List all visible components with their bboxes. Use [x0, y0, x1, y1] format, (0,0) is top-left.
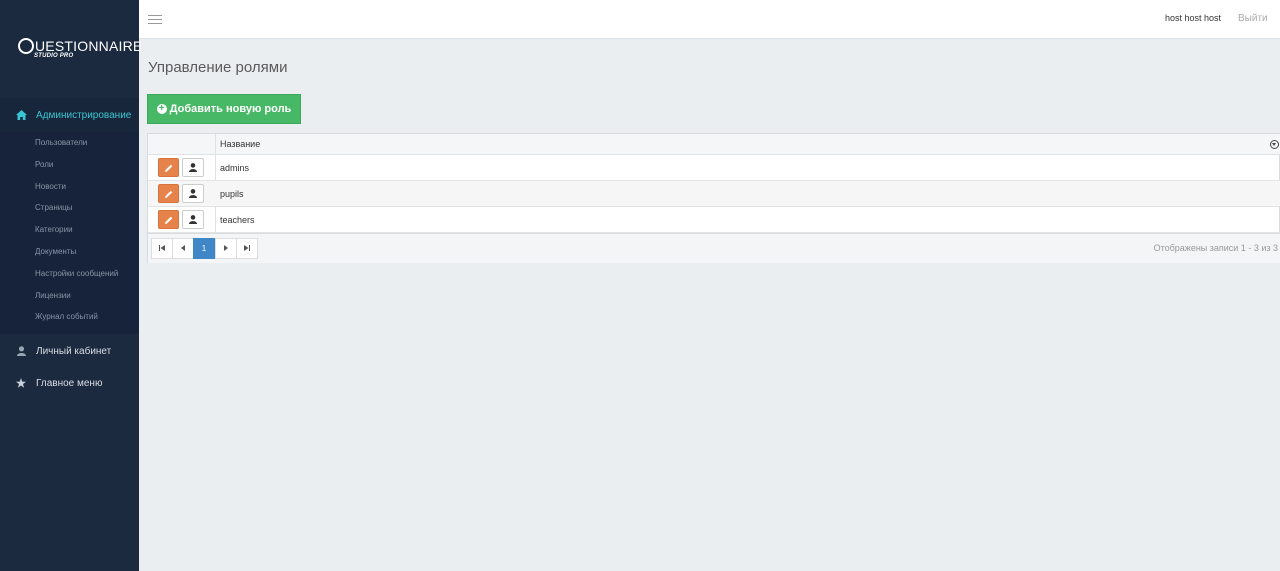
role-users-button[interactable] [182, 184, 204, 203]
submenu-item-users[interactable]: Пользователи [35, 138, 87, 147]
admin-submenu: Пользователи Роли Новости Страницы Катег… [0, 132, 139, 334]
logo-subtitle: STUDIO PRO [34, 53, 74, 59]
user-icon [189, 187, 197, 201]
table-row: admins [148, 155, 1280, 181]
edit-button[interactable] [158, 184, 179, 203]
sidebar-item-label: Главное меню [36, 377, 103, 389]
star-icon [15, 377, 27, 389]
role-users-button[interactable] [182, 210, 204, 229]
pagination-info: Отображены записи 1 - 3 из 3 [1153, 243, 1278, 253]
add-role-button[interactable]: + Добавить новую роль [147, 94, 301, 124]
sidebar-item-label: Администрирование [36, 109, 132, 121]
add-role-label: Добавить новую роль [169, 103, 292, 115]
next-page-icon [224, 244, 228, 253]
sidebar-item-administration[interactable]: Администрирование [0, 98, 139, 132]
sidebar-item-profile[interactable]: Личный кабинет [0, 334, 139, 368]
table-row: pupils [148, 181, 1280, 207]
user-icon [189, 213, 197, 227]
last-page-button[interactable] [236, 238, 258, 259]
role-name: pupils [220, 189, 244, 199]
submenu-item-event-log[interactable]: Журнал событий [35, 312, 98, 321]
logo-text: UESTIONNAIRE [35, 38, 143, 54]
current-user-name[interactable]: host host host [1165, 13, 1221, 23]
user-icon [15, 345, 27, 357]
pencil-icon [164, 161, 173, 175]
role-users-button[interactable] [182, 158, 204, 177]
prev-page-icon [181, 244, 185, 253]
last-page-icon [244, 244, 250, 253]
role-name: teachers [220, 215, 255, 225]
edit-button[interactable] [158, 210, 179, 229]
home-icon [15, 109, 27, 121]
submenu-item-roles[interactable]: Роли [35, 160, 53, 169]
role-name: admins [220, 163, 250, 173]
user-icon [189, 161, 197, 175]
column-header-name[interactable]: Название [220, 139, 260, 149]
pencil-icon [164, 187, 173, 201]
prev-page-button[interactable] [172, 238, 194, 259]
pencil-icon [164, 213, 173, 227]
plus-circle-icon: + [156, 104, 167, 114]
sidebar: UESTIONNAIRE STUDIO PRO Администрировани… [0, 0, 142, 571]
first-page-icon [159, 244, 165, 253]
submenu-item-pages[interactable]: Страницы [35, 203, 73, 212]
first-page-button[interactable] [151, 238, 173, 259]
submenu-item-message-settings[interactable]: Настройки сообщений [35, 269, 118, 278]
next-page-button[interactable] [215, 238, 237, 259]
top-bar: host host host Выйти [139, 0, 1280, 39]
submenu-item-news[interactable]: Новости [35, 182, 66, 191]
submenu-item-categories[interactable]: Категории [35, 225, 73, 234]
submenu-item-licenses[interactable]: Лицензии [35, 291, 71, 300]
logout-link[interactable]: Выйти [1238, 13, 1268, 24]
menu-toggle-icon[interactable] [148, 15, 162, 24]
edit-button[interactable] [158, 158, 179, 177]
sidebar-item-main-menu[interactable]: Главное меню [0, 366, 139, 400]
pagination-bar: 1 Отображены записи 1 - 3 из 3 [148, 233, 1280, 263]
app-logo[interactable]: UESTIONNAIRE STUDIO PRO [18, 38, 142, 64]
column-filter-icon[interactable] [1270, 140, 1279, 149]
grid-header: Название [148, 134, 1280, 234]
submenu-item-documents[interactable]: Документы [35, 247, 76, 256]
sidebar-item-label: Личный кабинет [36, 345, 112, 357]
roles-grid: Название admins pupils teachers 1 Отобра… [147, 133, 1280, 263]
page-number-button[interactable]: 1 [193, 238, 215, 259]
page-title: Управление ролями [148, 59, 288, 76]
logo-q-mark [18, 38, 34, 54]
table-row: teachers [148, 207, 1280, 233]
